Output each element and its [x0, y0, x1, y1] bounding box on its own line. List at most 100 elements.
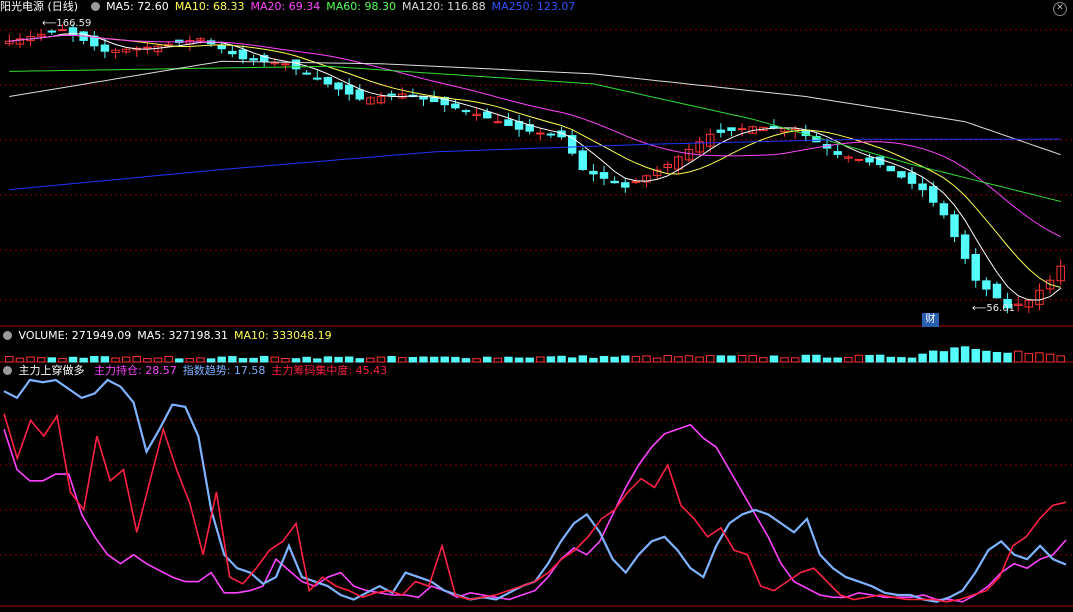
- collapse-icon[interactable]: [3, 366, 12, 375]
- candle-body: [727, 127, 736, 131]
- volume-bar: [36, 357, 46, 363]
- candle-body: [387, 93, 396, 96]
- volume-bar: [642, 355, 651, 363]
- volume-bar: [5, 355, 14, 363]
- volume-bar: [291, 358, 301, 363]
- trend-line: [3, 378, 1067, 603]
- volume-bar: [47, 357, 57, 363]
- candle-body: [302, 72, 311, 75]
- volume-bar: [15, 357, 25, 363]
- volume-bar: [790, 357, 800, 363]
- volume-header: VOLUME: 271949.09 MA5: 327198.31 MA10: 333…: [0, 329, 344, 343]
- candle-body: [536, 132, 545, 135]
- ma-legend-item-5: MA250: 123.07: [491, 0, 576, 13]
- volume-bar: [419, 356, 428, 363]
- high-price-label: ⟵166.59: [42, 18, 92, 29]
- volume-bar: [323, 356, 333, 363]
- volume-bar: [196, 357, 205, 363]
- volume-bar: [621, 355, 630, 363]
- ma20-line: [9, 34, 1061, 238]
- volume-bar: [886, 356, 895, 363]
- volume-bar: [897, 357, 906, 363]
- candle-body: [589, 170, 598, 175]
- volume-bar: [206, 358, 216, 363]
- ma60-line: [9, 65, 1061, 202]
- volume-bar: [228, 356, 237, 363]
- volume-bar: [111, 357, 120, 363]
- candle-body: [982, 280, 991, 290]
- volume-bar: [26, 356, 35, 363]
- volume-bar: [833, 357, 842, 363]
- indicator-header: 主力上穿做多 主力持仓: 28.57 指数趋势: 17.58 主力筹码集中度: 45…: [0, 364, 399, 378]
- collapse-icon[interactable]: [90, 2, 100, 11]
- candle-body: [482, 111, 492, 119]
- volume-bar: [387, 356, 396, 363]
- chart-canvas[interactable]: [0, 0, 1073, 612]
- candle-body: [355, 89, 364, 100]
- candle-body: [100, 44, 110, 52]
- volume-bar: [960, 346, 970, 363]
- volume-bar: [451, 356, 460, 363]
- candle-body: [865, 157, 874, 163]
- candle-body: [939, 203, 949, 216]
- volume-bar: [1003, 352, 1012, 363]
- candle-body: [143, 46, 152, 49]
- ma250-line: [9, 138, 1061, 191]
- volume-bar: [58, 357, 67, 363]
- volume-legend-item-2: MA10: 333048.19: [233, 329, 332, 342]
- volume-bar: [536, 356, 545, 363]
- volume-bar: [132, 356, 141, 363]
- volume-bar: [801, 354, 811, 363]
- close-icon[interactable]: ✕: [1053, 2, 1067, 16]
- candle-body: [886, 165, 895, 172]
- candle-body: [461, 110, 471, 113]
- volume-bar: [865, 354, 874, 363]
- volume-bar: [344, 356, 354, 363]
- volume-bar: [674, 356, 683, 363]
- volume-bar: [68, 356, 78, 363]
- volume-bar: [759, 357, 768, 363]
- volume-bar: [175, 358, 184, 363]
- indicator-legend-item-2: 主力筹码集中度: 45.43: [271, 364, 388, 377]
- volume-bar: [1013, 350, 1023, 363]
- candle-body: [960, 234, 970, 259]
- volume-bar: [514, 357, 524, 363]
- candle-body: [737, 128, 747, 131]
- volume-bar: [748, 355, 757, 363]
- collapse-icon[interactable]: [3, 331, 12, 340]
- candle-body: [313, 77, 322, 80]
- volume-bar: [950, 347, 959, 363]
- ma120-line: [9, 60, 1061, 156]
- volume-bar: [907, 357, 917, 363]
- volume-bar: [153, 357, 163, 363]
- volume-bar: [610, 356, 619, 363]
- low-price-label: ⟵56.01: [972, 303, 1015, 314]
- volume-bar: [992, 351, 1002, 363]
- volume-bar: [982, 350, 991, 363]
- volume-bar: [578, 355, 588, 363]
- candle-body: [504, 119, 513, 126]
- candle-body: [578, 150, 588, 170]
- volume-bar: [971, 348, 980, 363]
- volume-bar: [461, 358, 471, 363]
- volume-bar: [854, 354, 864, 363]
- volume-bar: [249, 357, 258, 363]
- volume-bar: [737, 354, 747, 363]
- candle-body: [334, 82, 343, 90]
- candle-body: [599, 172, 609, 179]
- candle-body: [47, 30, 57, 33]
- arrow-left-icon: ⟵: [972, 303, 987, 314]
- finance-badge[interactable]: 财: [922, 313, 939, 327]
- volume-bar: [440, 356, 449, 363]
- volume-bar: [1024, 353, 1034, 363]
- volume-bar: [822, 357, 832, 363]
- candle-body: [344, 84, 354, 95]
- volume-bar: [185, 358, 195, 363]
- volume-bar: [398, 357, 407, 363]
- indicator-legend-item-1: 指数趋势: 17.58: [182, 364, 266, 377]
- volume-bar: [143, 358, 152, 363]
- indicator-title: 主力上穿做多: [18, 364, 85, 377]
- volume-bar: [270, 356, 280, 363]
- volume-bar: [281, 357, 290, 363]
- volume-bar: [164, 355, 173, 363]
